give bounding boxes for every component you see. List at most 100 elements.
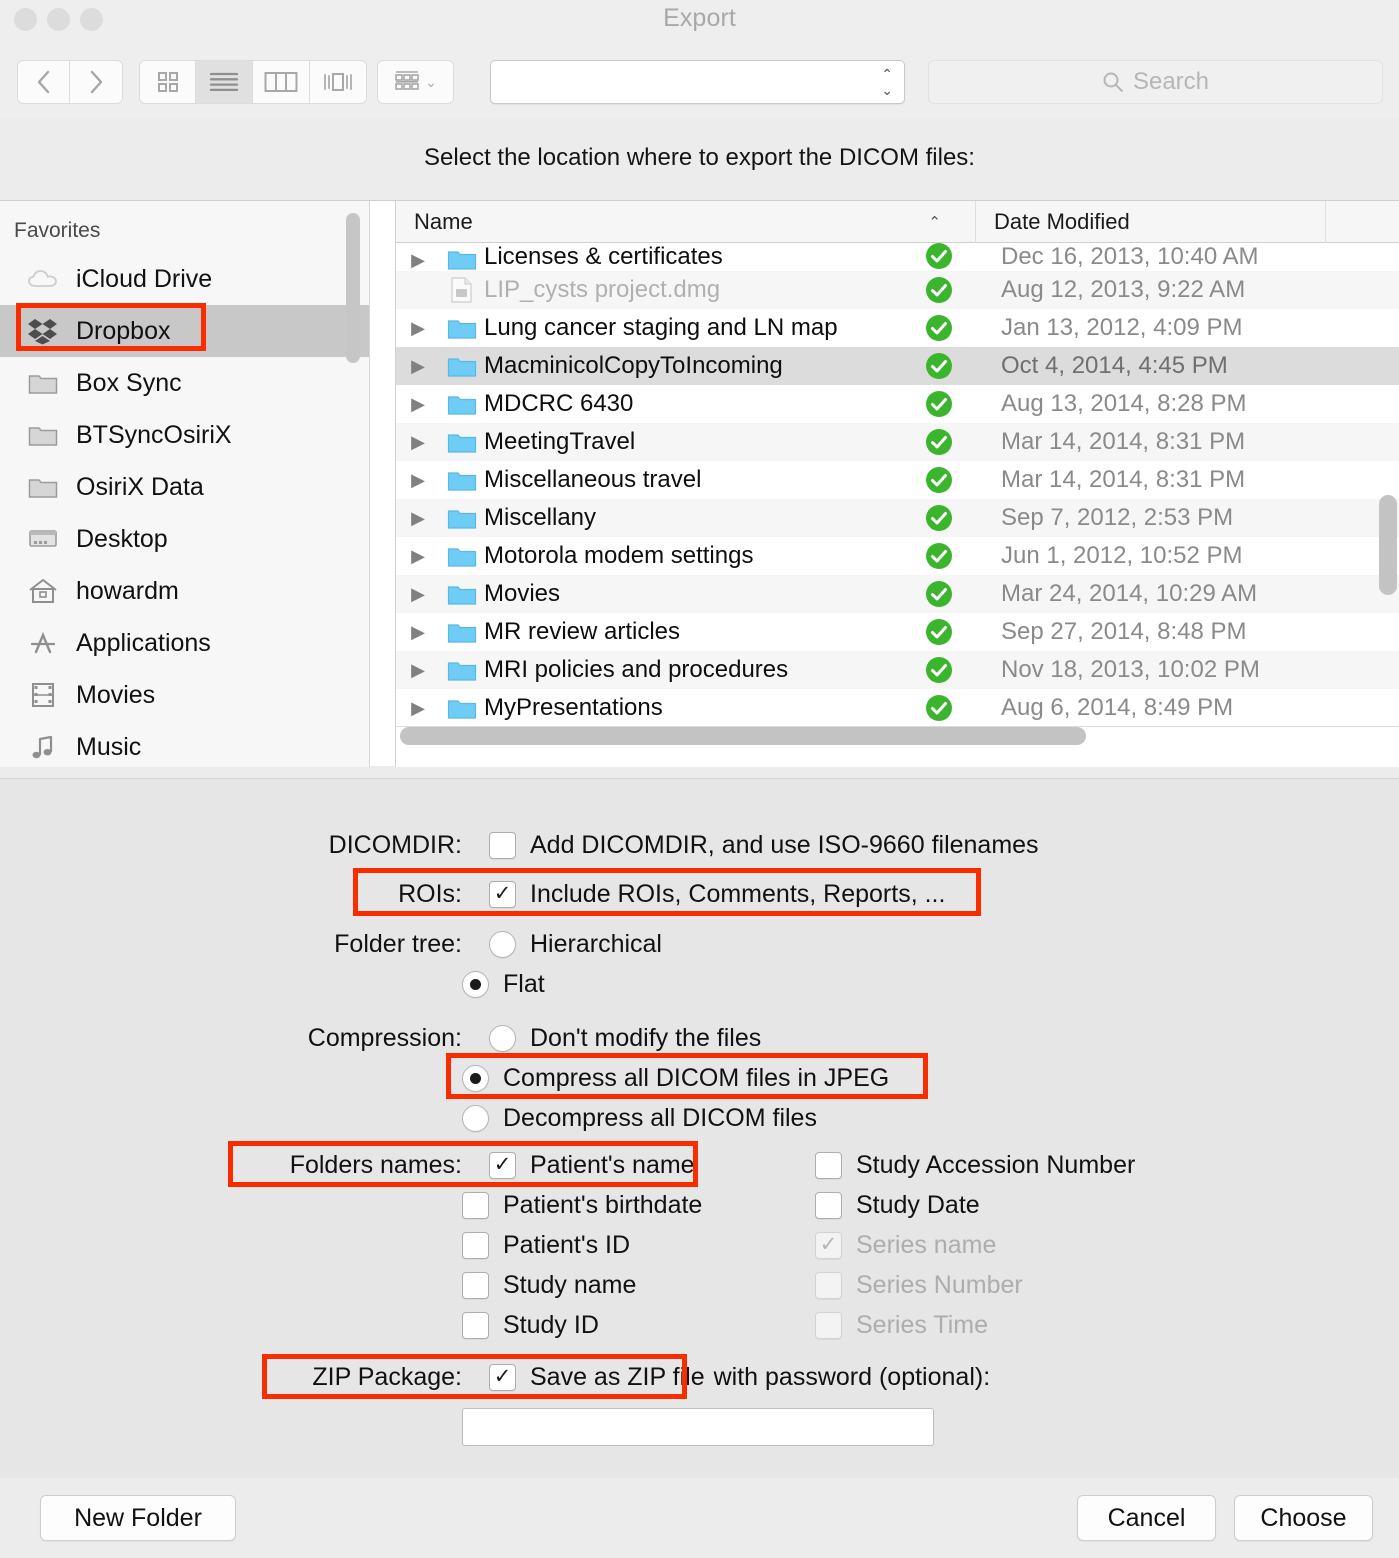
sidebar-scrollbar-thumb[interactable]	[346, 213, 360, 363]
zip-package-label: ZIP Package:	[312, 1363, 462, 1391]
table-row[interactable]: ▶ MRI policies and procedures Nov 18, 20…	[396, 651, 1399, 689]
forward-button[interactable]	[70, 60, 123, 104]
path-combobox-input[interactable]	[491, 61, 861, 103]
file-name: Miscellany	[484, 504, 597, 531]
vertical-scrollbar-thumb[interactable]	[1379, 495, 1397, 595]
sidebar-item-box-sync[interactable]: Box Sync	[0, 357, 370, 409]
file-list-horizontal-scrollbar[interactable]	[398, 727, 1394, 745]
disclosure-triangle-icon[interactable]: ▶	[396, 250, 440, 271]
disclosure-triangle-icon[interactable]: ▶	[396, 318, 440, 339]
folder-icon	[440, 658, 484, 682]
choose-button[interactable]: Choose	[1234, 1495, 1373, 1541]
disclosure-triangle-icon[interactable]: ▶	[396, 660, 440, 681]
arrange-button-group: ⌄	[377, 60, 454, 104]
disclosure-triangle-icon[interactable]: ▶	[396, 432, 440, 453]
table-row[interactable]: LIP_cysts project.dmg Aug 12, 2013, 9:22…	[396, 271, 1399, 309]
table-row[interactable]: ▶ Motorola modem settings Jun 1, 2012, 1…	[396, 537, 1399, 575]
file-list-vertical-scrollbar[interactable]	[1379, 245, 1397, 715]
disclosure-triangle-icon[interactable]: ▶	[396, 470, 440, 491]
table-row[interactable]: ▶ Licenses & certificates Dec 16, 2013, …	[396, 243, 1399, 271]
file-date: Oct 4, 2014, 4:45 PM	[1001, 352, 1228, 379]
table-row[interactable]: ▶ MDCRC 6430 Aug 13, 2014, 8:28 PM	[396, 385, 1399, 423]
disclosure-triangle-icon[interactable]: ▶	[396, 622, 440, 643]
sidebar-item-dropbox[interactable]: Dropbox	[0, 305, 370, 357]
include-rois-checkbox[interactable]: ✓	[489, 881, 516, 908]
zip-password-field[interactable]	[462, 1408, 934, 1446]
folder-name-series-number-label: Series Number	[856, 1271, 1023, 1299]
table-row[interactable]: ▶ Lung cancer staging and LN map Jan 13,…	[396, 309, 1399, 347]
folders-names-row-series-time: Series Time	[815, 1311, 988, 1340]
cancel-button[interactable]: Cancel	[1077, 1495, 1216, 1541]
combobox-steppers[interactable]: ⌃ ⌄	[881, 66, 893, 98]
folder-name-patients-id-checkbox[interactable]	[462, 1232, 489, 1259]
folder-name-patients-birthdate-checkbox[interactable]	[462, 1192, 489, 1219]
new-folder-button[interactable]: New Folder	[40, 1495, 236, 1541]
table-row[interactable]: ▶ Miscellaneous travel Mar 14, 2014, 8:3…	[396, 461, 1399, 499]
disclosure-triangle-icon[interactable]: ▶	[396, 584, 440, 605]
path-combobox[interactable]: ⌃ ⌄	[490, 60, 905, 104]
sidebar-scrollbar[interactable]	[346, 205, 360, 765]
disk-image-icon	[440, 276, 484, 304]
dropbox-synced-check-icon	[924, 275, 954, 305]
dropbox-icon	[26, 316, 60, 346]
file-name: Movies	[484, 580, 561, 607]
compression-dont-modify-radio[interactable]	[489, 1025, 516, 1052]
compression-row-jpeg: Compress all DICOM files in JPEG	[462, 1064, 889, 1093]
folder-name-study-date-checkbox[interactable]	[815, 1192, 842, 1219]
sidebar-item-movies[interactable]: Movies	[0, 669, 370, 721]
disclosure-triangle-icon[interactable]: ▶	[396, 394, 440, 415]
music-icon	[26, 732, 60, 762]
file-date: Aug 6, 2014, 8:49 PM	[1001, 694, 1234, 721]
folder-name-study-accession-number-checkbox[interactable]	[815, 1152, 842, 1179]
sidebar-item-osirix-data[interactable]: OsiriX Data	[0, 461, 370, 513]
folder-icon	[440, 247, 484, 271]
view-as-list-button[interactable]	[196, 60, 253, 104]
disclosure-triangle-icon[interactable]: ▶	[396, 546, 440, 567]
view-as-columns-button[interactable]	[253, 60, 310, 104]
sidebar-item-applications[interactable]: Applications	[0, 617, 370, 669]
sidebar-item-howardm[interactable]: howardm	[0, 565, 370, 617]
title-bar: Export	[0, 0, 1399, 46]
view-as-coverflow-button[interactable]	[310, 60, 367, 104]
column-header-date-modified[interactable]: Date Modified	[976, 200, 1326, 243]
folder-tree-hierarchical-radio[interactable]	[489, 931, 516, 958]
compression-jpeg-radio[interactable]	[462, 1065, 489, 1092]
table-row[interactable]: ▶ MeetingTravel Mar 14, 2014, 8:31 PM	[396, 423, 1399, 461]
horizontal-scrollbar-thumb[interactable]	[400, 727, 1086, 745]
folder-tree-flat-radio[interactable]	[462, 971, 489, 998]
stepper-up-icon[interactable]: ⌃	[881, 66, 893, 82]
zip-password-input[interactable]	[463, 1409, 933, 1445]
disclosure-triangle-icon[interactable]: ▶	[396, 698, 440, 719]
folder-tree-hierarchical-label: Hierarchical	[530, 930, 662, 958]
folder-name-series-time-checkbox	[815, 1312, 842, 1339]
view-as-icons-button[interactable]	[139, 60, 196, 104]
stepper-down-icon[interactable]: ⌄	[881, 82, 893, 98]
disclosure-triangle-icon[interactable]: ▶	[396, 356, 440, 377]
sidebar-item-btsyncosirix[interactable]: BTSyncOsiriX	[0, 409, 370, 461]
table-row[interactable]: ▶ Movies Mar 24, 2014, 10:29 AM	[396, 575, 1399, 613]
folder-icon	[440, 696, 484, 720]
folder-name-study-name-checkbox[interactable]	[462, 1272, 489, 1299]
search-field[interactable]: Search	[928, 60, 1383, 104]
table-row[interactable]: ▶ Miscellany Sep 7, 2012, 2:53 PM	[396, 499, 1399, 537]
sidebar-item-icloud-drive[interactable]: iCloud Drive	[0, 253, 370, 305]
compression-decompress-radio[interactable]	[462, 1105, 489, 1132]
save-as-zip-checkbox[interactable]: ✓	[489, 1364, 516, 1391]
arrange-by-button[interactable]: ⌄	[377, 60, 454, 104]
add-dicomdir-checkbox[interactable]	[489, 832, 516, 859]
sidebar-item-desktop[interactable]: Desktop	[0, 513, 370, 565]
file-list-header: Name ⌃ Date Modified	[396, 200, 1399, 243]
table-row[interactable]: ▶ MyPresentations Aug 6, 2014, 8:49 PM	[396, 689, 1399, 725]
sidebar-item-label: OsiriX Data	[76, 472, 204, 501]
column-header-name[interactable]: Name ⌃	[396, 200, 976, 243]
folder-name-patients-name-checkbox[interactable]: ✓	[489, 1152, 516, 1179]
sidebar-item-label: Dropbox	[76, 316, 171, 345]
table-row[interactable]: ▶ MacminicolCopyToIncoming Oct 4, 2014, …	[396, 347, 1399, 385]
back-button[interactable]	[17, 60, 70, 104]
sidebar-item-music[interactable]: Music	[0, 721, 370, 767]
disclosure-triangle-icon[interactable]: ▶	[396, 508, 440, 529]
folder-name-study-id-checkbox[interactable]	[462, 1312, 489, 1339]
column-header-date-label: Date Modified	[994, 208, 1130, 234]
table-row[interactable]: ▶ MR review articles Sep 27, 2014, 8:48 …	[396, 613, 1399, 651]
arrange-by-icon	[395, 71, 419, 90]
